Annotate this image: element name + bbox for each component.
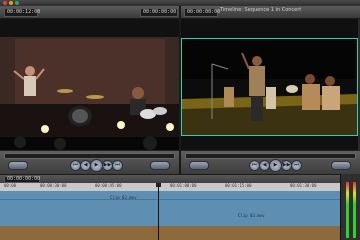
audio-meters xyxy=(340,174,360,240)
playhead-handle[interactable] xyxy=(156,183,161,187)
viewer-header: 00:00:12:00 00:00:00:00 xyxy=(0,6,179,19)
close-icon[interactable] xyxy=(3,1,7,5)
canvas-jog-control[interactable] xyxy=(331,161,351,170)
viewer-transport-buttons: ⏮ ◀ ▶ ▶▶ ⏭ xyxy=(70,159,123,172)
viewer-duration-field[interactable]: 00:00:12:00 xyxy=(4,8,40,17)
viewer-timecode-field[interactable]: 00:00:00:00 xyxy=(140,8,178,17)
track-divider xyxy=(0,199,340,200)
video-track[interactable]: Clip 02.mov Clip 03.mov xyxy=(0,191,340,226)
canvas-go-to-end-button[interactable]: ⏭ xyxy=(291,160,302,171)
viewer-jog-control[interactable] xyxy=(150,161,170,170)
canvas-letterbox-bottom xyxy=(181,136,358,150)
canvas-duration-field[interactable]: 00:00:00:00 xyxy=(184,8,220,17)
canvas-transport: ⏮ ◀ ▶ ▶▶ ⏭ xyxy=(181,150,360,174)
audio-track[interactable] xyxy=(0,226,340,240)
panel-divider[interactable] xyxy=(179,6,181,174)
audio-meter-left xyxy=(346,182,349,238)
canvas-transport-buttons: ⏮ ◀ ▶ ▶▶ ⏭ xyxy=(249,159,302,172)
canvas-header: 00:00:00:00 Timeline: Sequence 1 in Conc… xyxy=(180,6,360,19)
timeline-timecode[interactable]: 00:00:00:00 xyxy=(4,176,40,183)
canvas-title: Timeline: Sequence 1 in Concert xyxy=(220,7,302,13)
viewer-scene-image xyxy=(0,19,179,150)
viewer-shuttle-control[interactable] xyxy=(8,161,28,170)
ruler-tick: 00:01:30:00 xyxy=(290,183,317,188)
zoom-icon[interactable] xyxy=(15,1,19,5)
ruler-tick: 00:01:00:00 xyxy=(170,183,197,188)
canvas-scrubber[interactable] xyxy=(185,153,356,159)
ruler-tick: 00:01:15:00 xyxy=(225,183,252,188)
playhead[interactable] xyxy=(158,183,159,240)
viewer-video-frame[interactable] xyxy=(0,19,179,150)
canvas-scene-image xyxy=(182,39,357,135)
canvas-shuttle-control[interactable] xyxy=(189,161,209,170)
viewer-transport: ⏮ ◀ ▶ ▶▶ ⏭ xyxy=(0,150,179,174)
ruler-tick: 00:00:30:00 xyxy=(40,183,67,188)
go-to-end-button[interactable]: ⏭ xyxy=(112,160,123,171)
video-clip-label: Clip 03.mov xyxy=(238,213,265,218)
canvas-letterbox-top xyxy=(181,19,358,38)
audio-meter-right xyxy=(353,182,356,238)
canvas-video-frame[interactable] xyxy=(181,38,358,136)
viewer-scrubber[interactable] xyxy=(4,153,175,159)
ruler-tick: 00:00:45:00 xyxy=(95,183,122,188)
ruler-tick: 00:00 xyxy=(4,183,17,188)
minimize-icon[interactable] xyxy=(9,1,13,5)
